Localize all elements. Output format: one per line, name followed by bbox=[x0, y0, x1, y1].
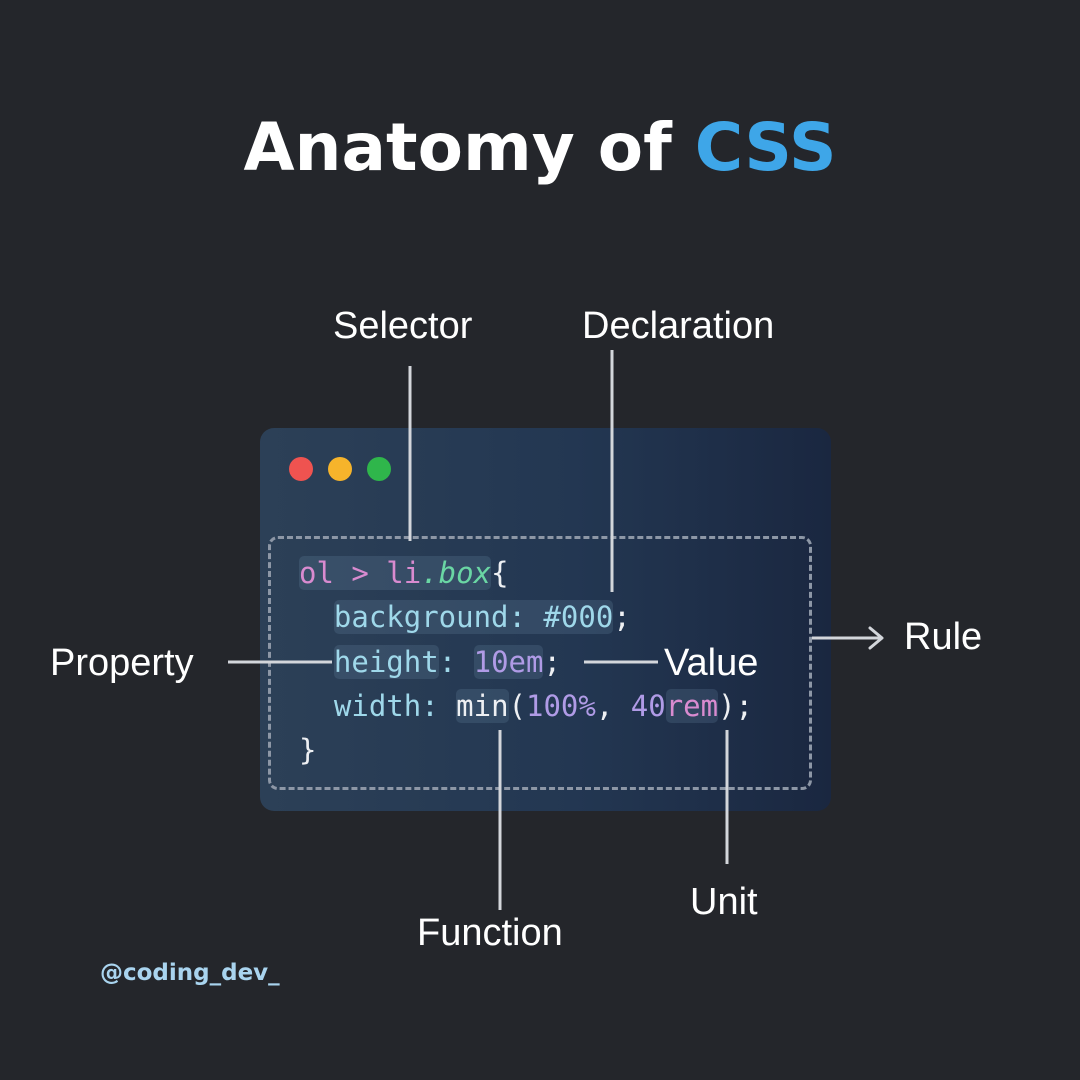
author-handle: @coding_dev_ bbox=[100, 960, 280, 986]
label-property: Property bbox=[50, 642, 194, 684]
label-value: Value bbox=[664, 642, 759, 684]
label-rule: Rule bbox=[904, 616, 983, 658]
arrow-right-icon bbox=[812, 626, 884, 650]
label-unit: Unit bbox=[690, 881, 758, 923]
label-function: Function bbox=[417, 912, 563, 954]
